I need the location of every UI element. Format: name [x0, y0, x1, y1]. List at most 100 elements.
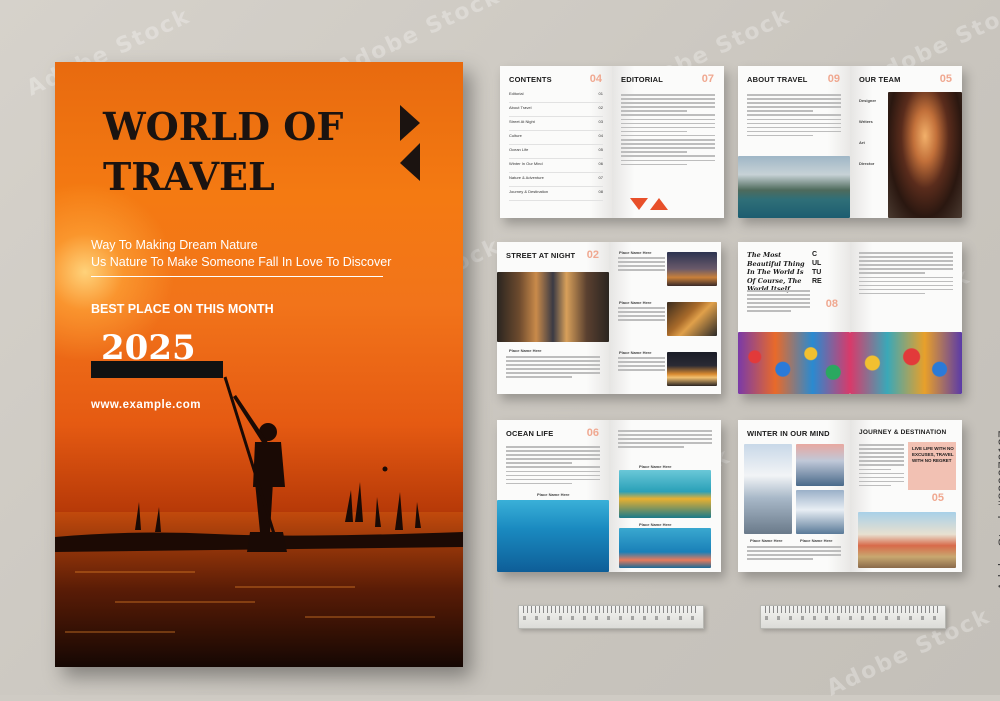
- contents-item-label: Ocean Life: [509, 147, 529, 152]
- culture-vertical-title: CULTURE: [812, 251, 822, 285]
- contents-item-page: 06: [598, 161, 603, 166]
- cover-subtitle-line2: Us Nature To Make Someone Fall In Love T…: [91, 255, 392, 269]
- ruler-prop: [518, 605, 704, 629]
- contents-item-label: Editorial: [509, 91, 524, 96]
- contents-item-page: 03: [598, 119, 603, 124]
- chevron-logo-icon: [400, 105, 420, 181]
- photo-caption: Place Name Here: [639, 522, 672, 527]
- contents-item-page: 01: [598, 91, 603, 96]
- page-title: EDITORIAL: [621, 75, 664, 84]
- page-our-team: OUR TEAM 05 Designer Writers Art Directo…: [850, 66, 962, 218]
- beaded-crafts-photo: [738, 332, 850, 394]
- body-text: [506, 356, 600, 381]
- page-street-gallery: Place Name Here Place Name Here Place Na…: [609, 242, 721, 394]
- body-text: [506, 446, 600, 487]
- body-text: [618, 307, 665, 323]
- fisherman-silhouette-image: [55, 376, 463, 667]
- photo-caption: Place Name Here: [800, 538, 833, 543]
- spread-street-at-night: STREET AT NIGHT 02 Place Name Here Place…: [497, 242, 721, 394]
- contents-item-label: Street At Night: [509, 119, 535, 124]
- contents-item-label: Winter In Our Mind: [509, 161, 543, 166]
- page-winter: WINTER IN OUR MIND Place Name Here Place…: [738, 420, 850, 572]
- photo-caption: Place Name Here: [537, 492, 570, 497]
- page-number: 08: [825, 298, 838, 310]
- spread-winter-journey: WINTER IN OUR MIND Place Name Here Place…: [738, 420, 962, 572]
- mountain-photo: [796, 444, 844, 486]
- contents-item: Winter In Our Mind 06: [509, 161, 603, 173]
- body-text: [747, 94, 841, 139]
- stock-id: #839076137: [996, 430, 1000, 508]
- magazine-cover: WORLD OF TRAVEL Way To Making Dream Natu…: [55, 62, 463, 667]
- page-editorial: EDITORIAL 07: [612, 66, 724, 218]
- contents-item: Nature & Adventure 07: [509, 175, 603, 187]
- contents-item-page: 04: [598, 133, 603, 138]
- cover-title-line1: WORLD OF: [103, 104, 344, 149]
- photo-caption: Place Name Here: [639, 464, 672, 469]
- page-title: WINTER IN OUR MIND: [747, 429, 830, 438]
- photo-caption: Place Name Here: [750, 538, 783, 543]
- journey-callout: LIVE LIFE WITH NO EXCUSES, TRAVEL WITH N…: [912, 446, 954, 463]
- page-journey: JOURNEY & DESTINATION LIVE LIFE WITH NO …: [850, 420, 962, 572]
- spread-ocean-life: OCEAN LIFE 06 Place Name Here Place Name…: [497, 420, 721, 572]
- page-number: 05: [931, 492, 944, 504]
- kayak-photo: [738, 156, 850, 218]
- ruler-prop: [760, 605, 946, 629]
- snorkel-photo: [497, 500, 609, 572]
- contents-item: Editorial 01: [509, 91, 603, 103]
- body-text: [618, 357, 665, 373]
- team-role: Designer: [859, 98, 877, 103]
- body-text: [618, 257, 665, 273]
- boat-swimmer-photo: [619, 470, 711, 518]
- contents-item-page: 07: [598, 175, 603, 180]
- body-text: [747, 546, 841, 562]
- contents-item-page: 08: [598, 189, 603, 194]
- team-role: Director: [859, 161, 875, 166]
- contents-item: Street At Night 03: [509, 119, 603, 131]
- contents-item-label: Nature & Adventure: [509, 175, 544, 180]
- contents-item-page: 02: [598, 105, 603, 110]
- culture-quote: The Most Beautiful Thing In The World Is…: [747, 251, 805, 293]
- team-role: Writers: [859, 119, 873, 124]
- page-title: STREET AT NIGHT: [506, 251, 576, 260]
- page-number: 09: [827, 73, 840, 85]
- page-title: ABOUT TRAVEL: [747, 75, 808, 84]
- body-text: [859, 444, 904, 489]
- contents-item-label: Culture: [509, 133, 522, 138]
- body-text: [747, 290, 810, 315]
- page-number: 04: [589, 73, 602, 85]
- page-title: CONTENTS: [509, 75, 552, 84]
- cover-best-place: BEST PLACE ON THIS MONTH: [91, 302, 274, 316]
- stock-brand: Adobe Stock: [996, 511, 1000, 591]
- cover-title: WORLD OF TRAVEL: [103, 102, 403, 202]
- night-photo: [667, 302, 717, 336]
- contents-item-label: About Travel: [509, 105, 532, 110]
- triangle-ornament-icon: [630, 198, 668, 210]
- page-title: JOURNEY & DESTINATION: [859, 429, 947, 436]
- beaded-crafts-photo: [850, 332, 962, 394]
- night-photo: [667, 252, 717, 286]
- mountain-photo: [796, 490, 844, 534]
- spread-about-travel-team: ABOUT TRAVEL 09 OUR TEAM 05 Designer Wri…: [738, 66, 962, 218]
- page-number: 05: [939, 73, 952, 85]
- cave-photo: [888, 92, 962, 218]
- contents-item-page: 05: [598, 147, 603, 152]
- contents-item: Journey & Destination 08: [509, 189, 603, 201]
- contents-item: About Travel 02: [509, 105, 603, 117]
- snow-photo: [744, 444, 792, 534]
- photo-caption: Place Name Here: [619, 350, 652, 355]
- page-contents: CONTENTS 04 Editorial 01 About Travel 02 S…: [500, 66, 612, 218]
- body-text: [621, 94, 715, 168]
- contents-item: Ocean Life 05: [509, 147, 603, 159]
- city-view-photo: [858, 512, 956, 568]
- cover-subtitle-line1: Way To Making Dream Nature: [91, 238, 258, 252]
- page-title: OUR TEAM: [859, 75, 901, 84]
- photo-caption: Place Name Here: [619, 250, 652, 255]
- team-role: Art: [859, 140, 865, 145]
- cover-divider: [91, 276, 383, 277]
- page-ocean-life: OCEAN LIFE 06 Place Name Here: [497, 420, 609, 572]
- page-about-travel: ABOUT TRAVEL 09: [738, 66, 850, 218]
- page-culture-text: [850, 242, 962, 394]
- cover-title-line2: TRAVEL: [103, 154, 275, 199]
- city-street-photo: [497, 272, 609, 342]
- cover-subtitle: Way To Making Dream Nature Us Nature To …: [91, 237, 411, 271]
